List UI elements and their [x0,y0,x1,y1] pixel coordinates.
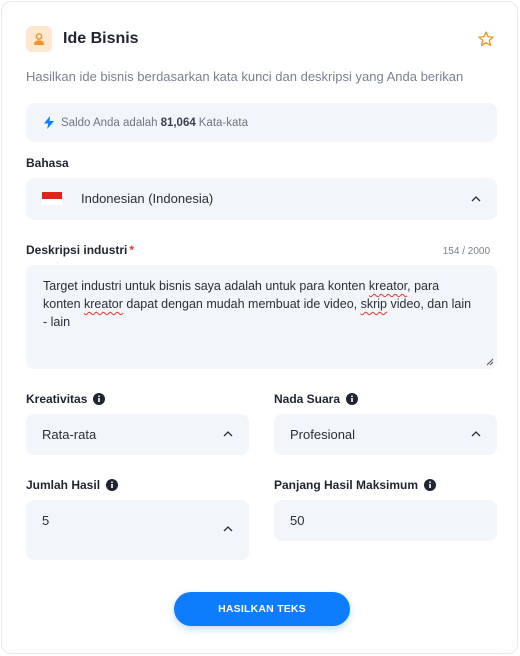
user-badge-icon [26,26,52,52]
max-length-label: Panjang Hasil Maksimum [274,478,437,492]
page-title: Ide Bisnis [63,30,139,47]
chevron-up-icon [471,431,481,437]
results-count-select[interactable]: 5 [26,500,249,560]
results-value: 5 [42,513,50,528]
balance-banner: Saldo Anda adalah 81,064 Kata-kata [26,103,497,142]
max-length-value: 50 [290,513,305,528]
description-label-text: Deskripsi industri [26,243,128,257]
creativity-value: Rata-rata [42,427,97,442]
resize-handle-icon[interactable] [486,358,494,366]
language-label-text: Bahasa [26,156,69,170]
balance-suffix: Kata-kata [198,116,248,129]
creativity-select[interactable]: Rata-rata [26,414,249,455]
results-label-text: Jumlah Hasil [26,478,101,492]
description-text: Target industri untuk bisnis saya adalah… [43,279,472,329]
creativity-label-text: Kreativitas [26,392,88,406]
max-length-input[interactable]: 50 [274,500,497,541]
card-header: Ide Bisnis [26,26,495,54]
info-icon[interactable] [424,479,437,491]
lightning-icon [44,116,54,129]
info-icon[interactable] [106,479,119,491]
tone-value: Profesional [290,427,356,442]
required-mark: * [129,243,135,257]
info-icon[interactable] [346,393,359,405]
tone-select[interactable]: Profesional [274,414,497,455]
tone-label: Nada Suara [274,392,359,406]
results-count-label: Jumlah Hasil [26,478,119,492]
chevron-up-icon [223,526,233,532]
max-length-label-text: Panjang Hasil Maksimum [274,478,419,492]
creativity-label: Kreativitas [26,392,106,406]
generate-text-button[interactable]: HASILKAN TEKS [174,592,350,626]
description-label: Deskripsi industri * [26,243,134,257]
star-outline-icon[interactable] [477,30,495,48]
language-select[interactable]: Indonesian (Indonesia) [26,178,497,220]
chevron-up-icon [223,431,233,437]
info-icon[interactable] [93,393,106,405]
balance-amount: 81,064 [160,116,196,129]
indonesia-flag-icon [42,192,62,205]
tone-label-text: Nada Suara [274,392,341,406]
page-subtitle: Hasilkan ide bisnis berdasarkan kata kun… [26,69,464,84]
description-textarea[interactable]: Target industri untuk bisnis saya adalah… [26,265,497,369]
chevron-up-icon [471,196,481,202]
language-value: Indonesian (Indonesia) [81,191,214,206]
character-counter: 154 / 2000 [442,246,490,257]
balance-prefix: Saldo Anda adalah [61,116,158,129]
business-idea-card: Ide Bisnis Hasilkan ide bisnis berdasark… [1,1,518,654]
language-label: Bahasa [26,156,69,170]
